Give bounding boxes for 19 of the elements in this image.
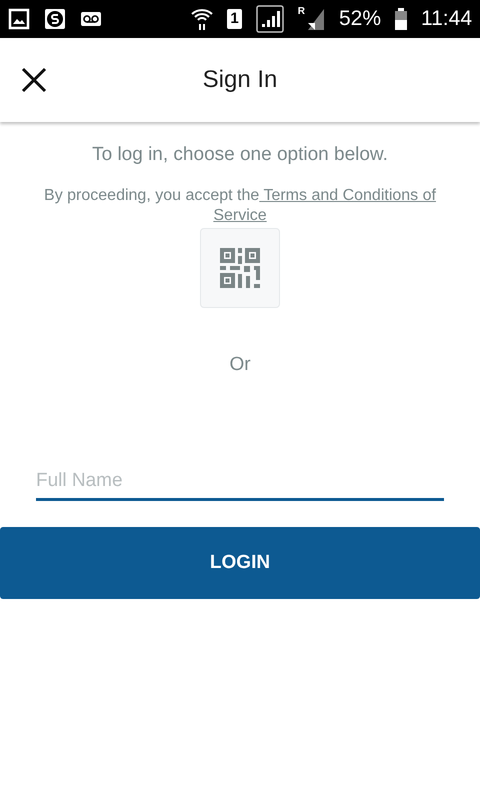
sim-slot-badge: 1 — [227, 9, 242, 29]
battery-icon — [395, 8, 407, 30]
login-button[interactable]: LOGIN — [0, 527, 480, 599]
qr-code-button[interactable] — [200, 228, 280, 308]
terms-text: By proceeding, you accept the Terms and Conditions of Service — [44, 186, 436, 226]
signal-icon — [306, 8, 325, 30]
wifi-icon — [191, 7, 214, 31]
clock-time: 11:44 — [421, 7, 472, 31]
terms-link[interactable]: Terms and Conditions of — [259, 187, 436, 204]
voicemail-icon — [80, 11, 102, 27]
page-title: Sign In — [202, 66, 278, 94]
separator-text: Or — [229, 354, 251, 376]
terms-link[interactable]: Service — [213, 207, 267, 224]
roaming-indicator: R — [298, 6, 305, 17]
signal-icon — [256, 5, 284, 33]
qr-code-icon — [220, 248, 260, 288]
instruction-text: To log in, choose one option below. — [92, 144, 388, 166]
image-icon — [8, 8, 30, 30]
battery-percentage: 52% — [338, 7, 381, 31]
